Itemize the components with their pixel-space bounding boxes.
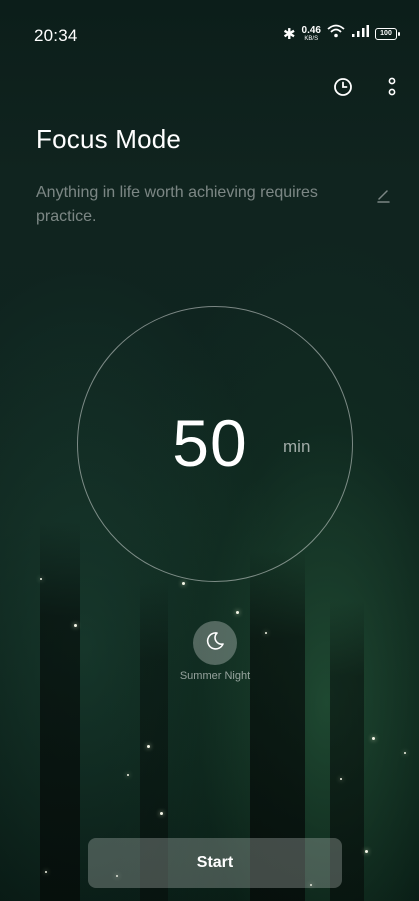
firefly-dot bbox=[372, 737, 375, 740]
firefly-dot bbox=[182, 582, 185, 585]
start-button[interactable]: Start bbox=[88, 838, 342, 888]
page-title: Focus Mode bbox=[36, 124, 182, 154]
signal-icon bbox=[351, 24, 369, 43]
firefly-dot bbox=[45, 871, 47, 873]
timer-dial[interactable]: 50 min bbox=[77, 306, 353, 582]
firefly-dot bbox=[40, 578, 42, 580]
moon-icon bbox=[204, 630, 226, 657]
tree-silhouette bbox=[40, 521, 80, 901]
network-speed-unit: KB/S bbox=[304, 35, 319, 42]
battery-icon: 100 bbox=[375, 27, 400, 40]
firefly-dot bbox=[365, 850, 368, 853]
firefly-dot bbox=[127, 774, 129, 776]
network-speed-value: 0.46 bbox=[301, 24, 321, 36]
firefly-dot bbox=[236, 611, 239, 614]
wifi-icon bbox=[327, 24, 345, 43]
status-time: 20:34 bbox=[34, 26, 78, 45]
sound-select-button[interactable] bbox=[193, 621, 237, 665]
firefly-dot bbox=[74, 624, 77, 627]
status-icons: ✱ 0.46 KB/S 100 bbox=[282, 24, 400, 43]
more-vertical-icon[interactable] bbox=[377, 72, 407, 102]
focus-quote: Anything in life worth achieving require… bbox=[36, 184, 318, 225]
timer-unit: min bbox=[283, 437, 311, 456]
firefly-dot bbox=[404, 752, 406, 754]
focus-mode-screen: 20:34 ✱ 0.46 KB/S 100 Focus Mode Anythin… bbox=[0, 0, 419, 901]
firefly-dot bbox=[160, 812, 163, 815]
bluetooth-icon: ✱ bbox=[282, 25, 296, 43]
firefly-dot bbox=[340, 778, 342, 780]
sound-label: Summer Night bbox=[179, 670, 251, 682]
history-clock-icon[interactable] bbox=[328, 72, 358, 102]
edit-pencil-icon[interactable] bbox=[373, 184, 395, 206]
network-speed: 0.46 KB/S bbox=[301, 24, 321, 42]
status-bar: 20:34 ✱ 0.46 KB/S 100 bbox=[0, 0, 419, 70]
firefly-dot bbox=[147, 745, 150, 748]
firefly-dot bbox=[265, 632, 267, 634]
